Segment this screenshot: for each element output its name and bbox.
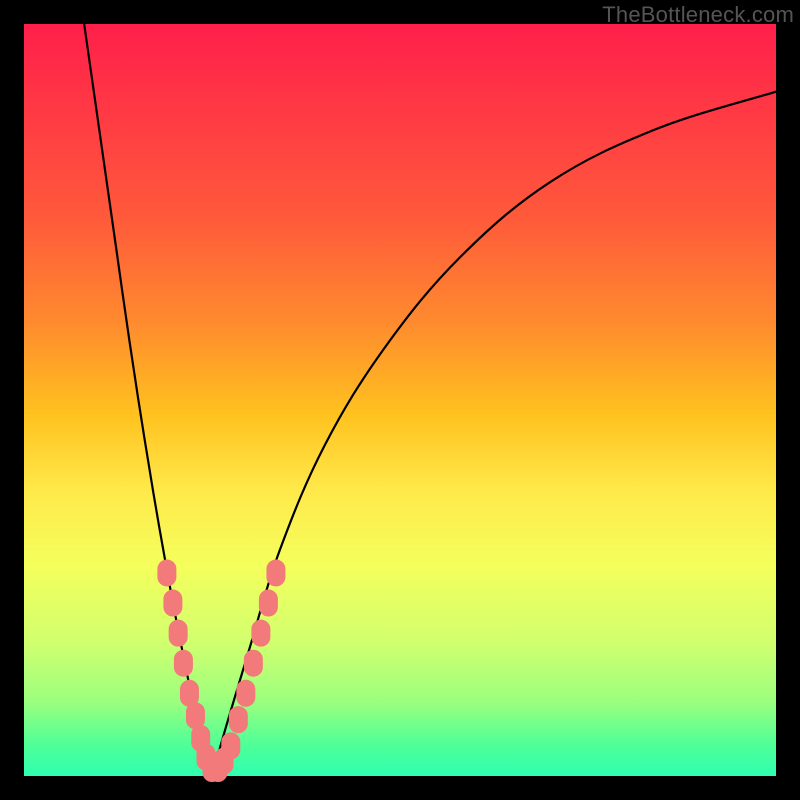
bottleneck-marker xyxy=(158,560,176,586)
bottleneck-marker xyxy=(222,733,240,759)
bottleneck-marker xyxy=(267,560,285,586)
bottleneck-marker xyxy=(229,707,247,733)
chart-svg xyxy=(24,24,776,776)
bottleneck-marker xyxy=(174,650,192,676)
bottleneck-markers-group xyxy=(158,560,285,782)
bottleneck-marker xyxy=(244,650,262,676)
bottleneck-marker xyxy=(237,680,255,706)
bottleneck-marker xyxy=(252,620,270,646)
bottleneck-marker xyxy=(164,590,182,616)
bottleneck-marker xyxy=(169,620,187,646)
bottleneck-marker xyxy=(186,703,204,729)
bottleneck-marker xyxy=(259,590,277,616)
chart-frame xyxy=(24,24,776,776)
curve-right-branch xyxy=(212,92,776,776)
